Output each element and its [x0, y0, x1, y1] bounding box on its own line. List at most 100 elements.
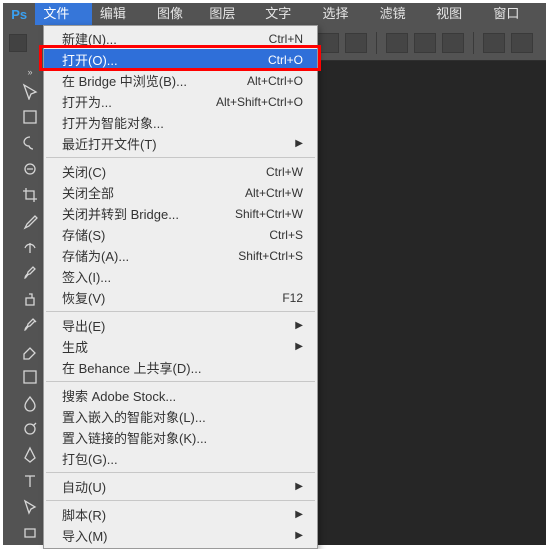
submenu-arrow-icon: ▶ — [285, 530, 303, 541]
menu-item-shortcut: Ctrl+N — [269, 32, 303, 46]
submenu-arrow-icon: ▶ — [285, 481, 303, 492]
menu-item[interactable]: 置入嵌入的智能对象(L)... — [44, 406, 317, 427]
menu-item-label: 生成 — [62, 337, 88, 356]
menu-item[interactable]: 自动(U) ▶ — [44, 476, 317, 497]
menu-item-label: 置入嵌入的智能对象(L)... — [62, 407, 206, 426]
menu-item-shortcut: Ctrl+O — [268, 53, 303, 67]
menubar-item[interactable]: 选择(S) — [314, 3, 371, 25]
crop-tool[interactable] — [18, 183, 42, 207]
menu-item[interactable]: 在 Behance 上共享(D)... — [44, 357, 317, 378]
menu-item[interactable]: 最近打开文件(T) ▶ — [44, 133, 317, 154]
menu-item-label: 打开为智能对象... — [62, 113, 164, 132]
menu-item-label: 搜索 Adobe Stock... — [62, 386, 176, 405]
menu-item-label: 在 Behance 上共享(D)... — [62, 358, 201, 377]
menu-item-label: 打开(O)... — [62, 50, 118, 69]
quick-select-tool[interactable] — [18, 157, 42, 181]
menu-item[interactable]: 脚本(R) ▶ — [44, 504, 317, 525]
menubar: Ps 文件(F)编辑(E)图像(I)图层(L)文字(Y)选择(S)滤镜(T)视图… — [3, 3, 546, 25]
eyedropper-tool[interactable] — [18, 209, 42, 233]
marquee-tool[interactable] — [18, 105, 42, 129]
menu-item-label: 新建(N)... — [62, 29, 117, 48]
menu-item[interactable]: 搜索 Adobe Stock... — [44, 385, 317, 406]
path-select-tool[interactable] — [18, 495, 42, 519]
menu-item-label: 打开为... — [62, 92, 112, 111]
menu-item-label: 存储为(A)... — [62, 246, 129, 265]
pen-tool[interactable] — [18, 443, 42, 467]
menu-separator — [46, 157, 315, 158]
brush-tool[interactable] — [18, 261, 42, 285]
lasso-tool[interactable] — [18, 131, 42, 155]
menu-item[interactable]: 在 Bridge 中浏览(B)...Alt+Ctrl+O — [44, 70, 317, 91]
menu-item-label: 最近打开文件(T) — [62, 134, 157, 153]
history-brush-tool[interactable] — [18, 313, 42, 337]
type-tool[interactable] — [18, 469, 42, 493]
distribute-button[interactable] — [511, 33, 533, 53]
menu-item-label: 脚本(R) — [62, 505, 106, 524]
distribute-button[interactable] — [483, 33, 505, 53]
menu-item[interactable]: 恢复(V) F12 — [44, 287, 317, 308]
menu-separator — [46, 381, 315, 382]
menu-item[interactable]: 关闭(C) Ctrl+W — [44, 161, 317, 182]
menu-separator — [46, 311, 315, 312]
align-button[interactable] — [442, 33, 464, 53]
menu-item-label: 存储(S) — [62, 225, 105, 244]
align-button[interactable] — [386, 33, 408, 53]
menu-item[interactable]: 导出(E)▶ — [44, 315, 317, 336]
menu-item[interactable]: 存储为(A)... Shift+Ctrl+S — [44, 245, 317, 266]
menu-item[interactable]: 关闭全部Alt+Ctrl+W — [44, 182, 317, 203]
menu-item[interactable]: 打包(G)... — [44, 448, 317, 469]
app-logo: Ps — [3, 3, 35, 25]
menu-item-label: 置入链接的智能对象(K)... — [62, 428, 207, 447]
eraser-tool[interactable] — [18, 339, 42, 363]
menubar-item[interactable]: 图像(I) — [149, 3, 201, 25]
menu-item-label: 关闭并转到 Bridge... — [62, 204, 179, 223]
menu-item[interactable]: 新建(N)... Ctrl+N — [44, 28, 317, 49]
menu-item[interactable]: 打开为智能对象... — [44, 112, 317, 133]
menu-item[interactable]: 导入(M) ▶ — [44, 525, 317, 546]
menu-item-shortcut: Ctrl+W — [266, 165, 303, 179]
dodge-tool[interactable] — [18, 417, 42, 441]
menu-item-shortcut: Shift+Ctrl+W — [235, 207, 303, 221]
menu-item-label: 关闭(C) — [62, 162, 106, 181]
align-button[interactable] — [345, 33, 367, 53]
menu-item-shortcut: Alt+Ctrl+O — [247, 74, 303, 88]
menu-item[interactable]: 打开为...Alt+Shift+Ctrl+O — [44, 91, 317, 112]
submenu-arrow-icon: ▶ — [285, 341, 303, 352]
healing-tool[interactable] — [18, 235, 42, 259]
menubar-item[interactable]: 滤镜(T) — [372, 3, 429, 25]
menu-item[interactable]: 签入(I)... — [44, 266, 317, 287]
menu-item-label: 恢复(V) — [62, 288, 105, 307]
menu-item[interactable]: 关闭并转到 Bridge... Shift+Ctrl+W — [44, 203, 317, 224]
menubar-item[interactable]: 窗口(W) — [485, 3, 546, 25]
menu-item[interactable]: 置入链接的智能对象(K)... — [44, 427, 317, 448]
menu-item-shortcut: F12 — [282, 291, 303, 305]
menu-item[interactable]: 存储(S) Ctrl+S — [44, 224, 317, 245]
menubar-item[interactable]: 视图(V) — [428, 3, 485, 25]
menu-item-shortcut: Shift+Ctrl+S — [238, 249, 303, 263]
menu-item[interactable]: 打开(O)... Ctrl+O — [44, 49, 317, 70]
menu-item-label: 打包(G)... — [62, 449, 118, 468]
file-menu-dropdown: 新建(N)... Ctrl+N 打开(O)... Ctrl+O 在 Bridge 中浏览… — [43, 25, 318, 549]
menubar-item[interactable]: 文件(F) — [35, 3, 92, 25]
submenu-arrow-icon: ▶ — [285, 138, 303, 149]
options-swatch[interactable] — [9, 34, 27, 52]
menu-item-shortcut: Ctrl+S — [269, 228, 303, 242]
align-button[interactable] — [317, 33, 339, 53]
menu-item-label: 导入(M) — [62, 526, 108, 545]
clone-tool[interactable] — [18, 287, 42, 311]
menu-item[interactable]: 生成 ▶ — [44, 336, 317, 357]
toolbox-handle[interactable]: » — [16, 67, 44, 77]
align-button[interactable] — [414, 33, 436, 53]
blur-tool[interactable] — [18, 391, 42, 415]
submenu-arrow-icon: ▶ — [285, 320, 303, 331]
menubar-item[interactable]: 编辑(E) — [92, 3, 149, 25]
menu-item-shortcut: Alt+Ctrl+W — [245, 186, 303, 200]
menu-item-label: 自动(U) — [62, 477, 106, 496]
menubar-item[interactable]: 文字(Y) — [257, 3, 314, 25]
menu-separator — [46, 500, 315, 501]
move-tool[interactable] — [18, 79, 42, 103]
rectangle-tool[interactable] — [18, 521, 42, 545]
submenu-arrow-icon: ▶ — [285, 509, 303, 520]
gradient-tool[interactable] — [18, 365, 42, 389]
menubar-item[interactable]: 图层(L) — [201, 3, 257, 25]
